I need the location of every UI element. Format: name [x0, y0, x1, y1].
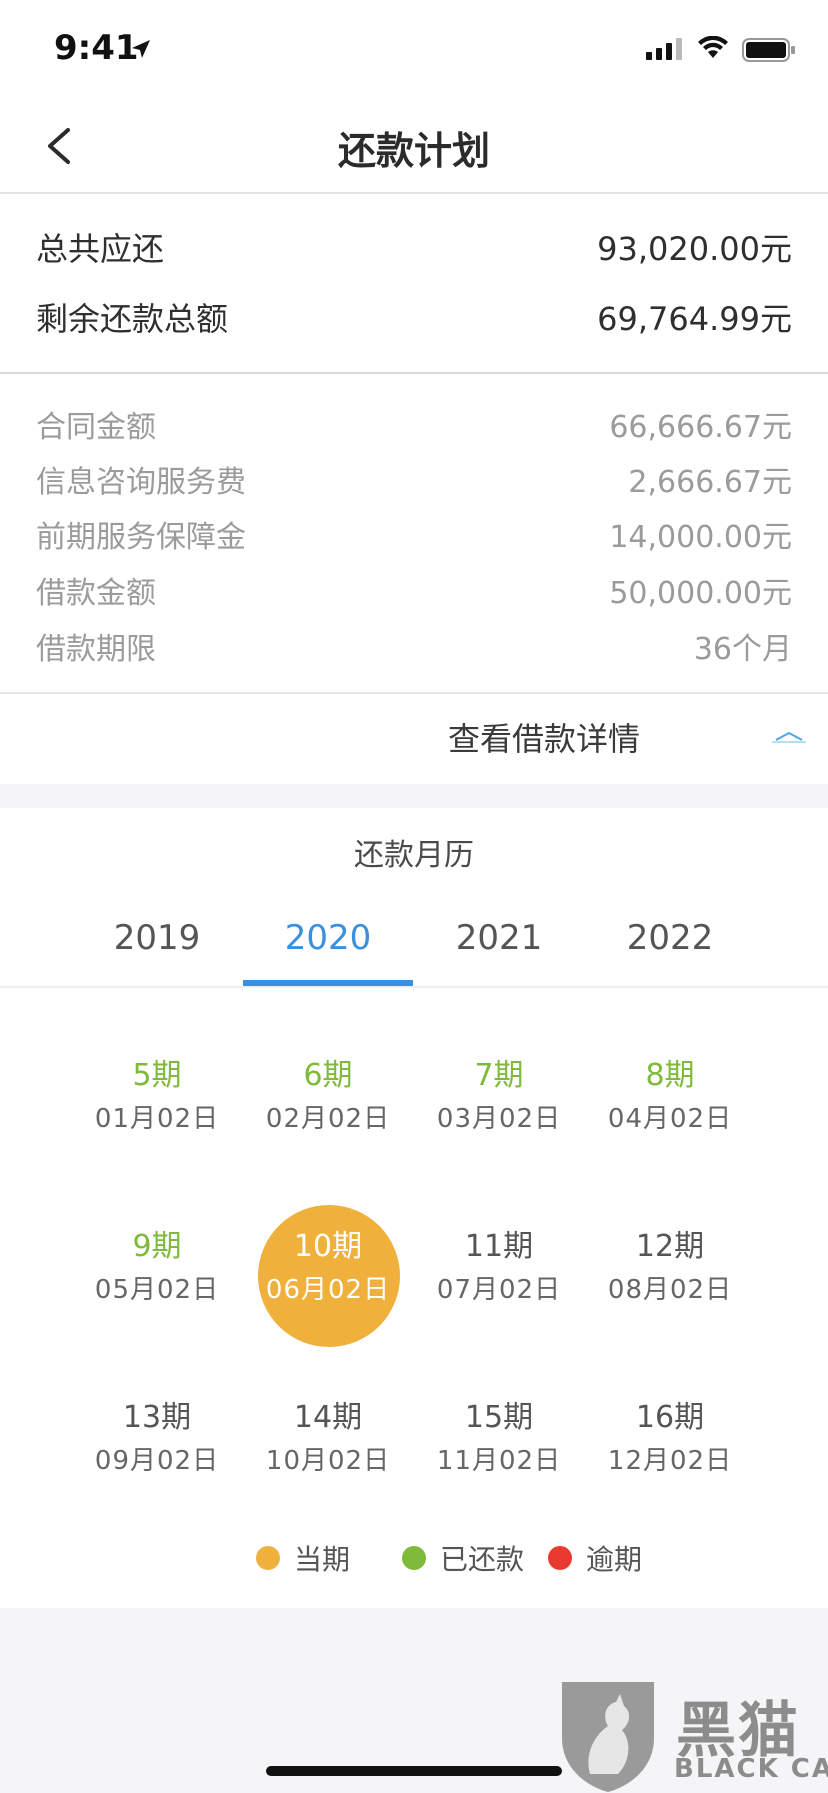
detail-row: 借款期限 36个月 — [36, 624, 792, 668]
installment-cell[interactable]: 11期 07月02日 — [414, 1203, 584, 1343]
installment-period: 6期 — [303, 1058, 353, 1093]
legend-label: 已还款 — [440, 1543, 525, 1576]
installment-period: 7期 — [474, 1058, 524, 1093]
view-loan-details-link[interactable]: 查看借款详情 — [430, 714, 640, 760]
installment-cell[interactable]: 8期 04月02日 — [585, 1032, 755, 1172]
installment-cell[interactable]: 16期 12月02日 — [585, 1374, 755, 1514]
detail-value: 50,000.00元 — [609, 576, 792, 611]
location-arrow-icon — [132, 40, 150, 58]
summary-row-remaining: 剩余还款总额 69,764.99元 — [36, 294, 792, 340]
detail-row: 前期服务保障金 14,000.00元 — [36, 512, 792, 556]
status-time: 9:41 — [54, 28, 139, 68]
installment-period: 13期 — [122, 1400, 192, 1435]
installment-cell[interactable]: 5期 01月02日 — [72, 1032, 242, 1172]
legend-label: 逾期 — [586, 1543, 643, 1576]
loan-details: 合同金额 66,666.67元 信息咨询服务费 2,666.67元 前期服务保障… — [0, 374, 828, 692]
installment-cell-current[interactable]: 10期 06月02日 — [243, 1203, 413, 1347]
installment-date: 01月02日 — [94, 1104, 220, 1134]
installment-cell[interactable]: 9期 05月02日 — [72, 1203, 242, 1343]
installment-period: 16期 — [635, 1400, 705, 1435]
detail-row: 信息咨询服务费 2,666.67元 — [36, 457, 792, 501]
status-legend: 当期 已还款 逾期 — [0, 1538, 828, 1578]
watermark-subtext: BLACK CAT — [674, 1754, 828, 1784]
current-dot-icon — [256, 1546, 280, 1570]
detail-label: 信息咨询服务费 — [36, 465, 246, 500]
summary-label: 总共应还 — [36, 230, 165, 268]
installment-period: 12期 — [635, 1229, 705, 1264]
cat-shield-logo-icon — [562, 1682, 654, 1792]
calendar-title: 还款月历 — [354, 838, 474, 873]
summary-row-total: 总共应还 93,020.00元 — [36, 224, 792, 270]
summary-value: 69,764.99元 — [597, 300, 792, 338]
nav-bar: 还款计划 — [0, 100, 828, 194]
tab-2019[interactable]: 2019 — [72, 908, 242, 982]
repayment-calendar: 还款月历 2019 2020 2021 2022 5期 01月02日 6期 02… — [0, 808, 828, 1608]
battery-icon — [742, 38, 795, 62]
installment-date: 02月02日 — [265, 1104, 391, 1134]
page-title: 还款计划 — [337, 129, 490, 173]
installment-cell[interactable]: 15期 11月02日 — [414, 1374, 584, 1514]
installment-period: 8期 — [645, 1058, 695, 1093]
wifi-icon — [698, 36, 728, 58]
installment-date: 12月02日 — [607, 1446, 733, 1476]
installment-date: 05月02日 — [94, 1275, 220, 1305]
detail-row: 借款金额 50,000.00元 — [36, 568, 792, 612]
installment-date: 04月02日 — [607, 1104, 733, 1134]
installment-period: 15期 — [464, 1400, 534, 1435]
installment-cell[interactable]: 14期 10月02日 — [243, 1374, 413, 1514]
view-loan-details-row[interactable]: 查看借款详情 — [0, 692, 828, 784]
legend-item-current: 当期 — [256, 1538, 350, 1578]
installment-date: 06月02日 — [265, 1275, 391, 1305]
summary-value: 93,020.00元 — [597, 230, 792, 268]
installment-cell[interactable]: 7期 03月02日 — [414, 1032, 584, 1172]
installment-cell[interactable]: 12期 08月02日 — [585, 1203, 755, 1343]
overdue-dot-icon — [548, 1546, 572, 1570]
status-bar: 9:41 — [0, 0, 828, 100]
installment-date: 09月02日 — [94, 1446, 220, 1476]
detail-label: 借款期限 — [36, 632, 156, 667]
detail-value: 36个月 — [693, 632, 792, 667]
installment-period: 5期 — [132, 1058, 182, 1093]
installment-date: 07月02日 — [436, 1275, 562, 1305]
cellular-signal-icon — [646, 38, 682, 60]
detail-row: 合同金额 66,666.67元 — [36, 402, 792, 446]
detail-label: 借款金额 — [36, 576, 156, 611]
installment-date: 08月02日 — [607, 1275, 733, 1305]
installment-period: 10期 — [293, 1229, 363, 1264]
legend-item-overdue: 逾期 — [548, 1538, 642, 1578]
installment-date: 10月02日 — [265, 1446, 391, 1476]
summary-label: 剩余还款总额 — [36, 300, 229, 338]
installment-period: 11期 — [464, 1229, 534, 1264]
installment-date: 11月02日 — [436, 1446, 562, 1476]
installment-period: 14期 — [293, 1400, 363, 1435]
installment-cell[interactable]: 6期 02月02日 — [243, 1032, 413, 1172]
installment-period: 9期 — [132, 1229, 182, 1264]
detail-value: 14,000.00元 — [609, 520, 792, 555]
collapse-arrow-icon[interactable] — [772, 730, 806, 744]
installment-cell[interactable]: 13期 09月02日 — [72, 1374, 242, 1514]
detail-value: 2,666.67元 — [628, 465, 792, 500]
detail-value: 66,666.67元 — [609, 410, 792, 445]
black-cat-watermark: 黑猫 BLACK CAT — [556, 1676, 828, 1793]
year-tabs: 2019 2020 2021 2022 — [0, 908, 828, 988]
repayment-summary: 总共应还 93,020.00元 剩余还款总额 69,764.99元 — [0, 194, 828, 374]
tab-2020[interactable]: 2020 — [243, 908, 413, 986]
detail-label: 合同金额 — [36, 410, 156, 445]
legend-item-paid: 已还款 — [402, 1538, 524, 1578]
tab-2022[interactable]: 2022 — [585, 908, 755, 982]
home-indicator[interactable] — [266, 1766, 562, 1776]
legend-label: 当期 — [294, 1543, 351, 1576]
paid-dot-icon — [402, 1546, 426, 1570]
detail-label: 前期服务保障金 — [36, 520, 246, 555]
installment-date: 03月02日 — [436, 1104, 562, 1134]
tab-2021[interactable]: 2021 — [414, 908, 584, 982]
